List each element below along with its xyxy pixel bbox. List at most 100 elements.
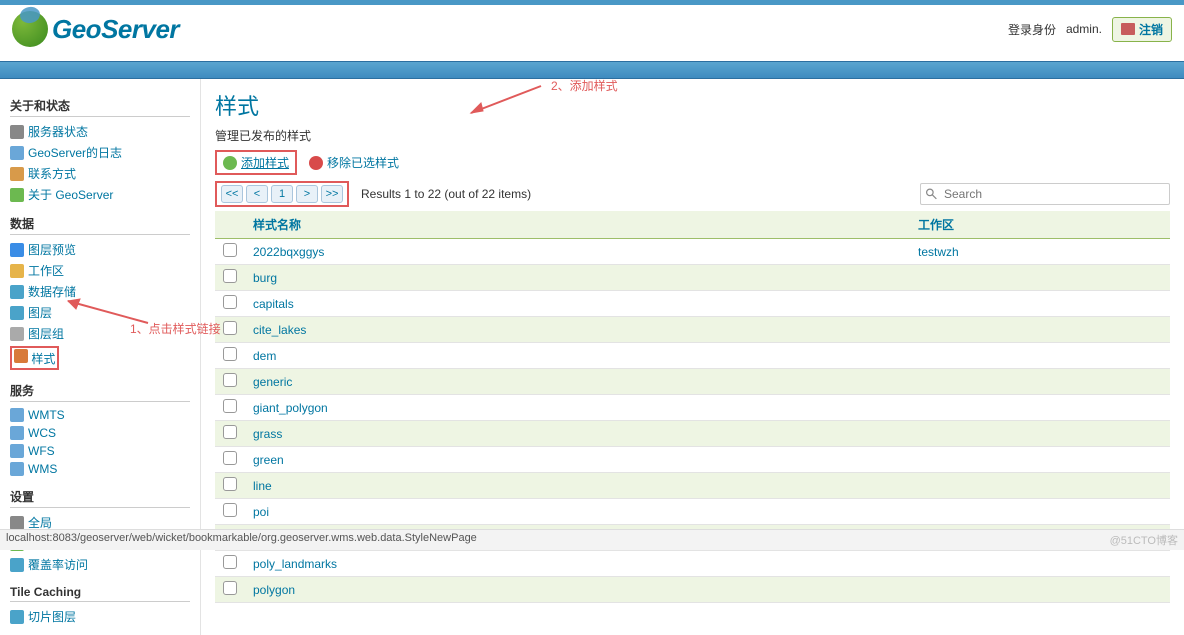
table-row: line — [215, 473, 1170, 499]
status-bar: localhost:8083/geoserver/web/wicket/book… — [0, 529, 1184, 550]
style-link[interactable]: giant_polygon — [253, 401, 328, 415]
row-checkbox[interactable] — [223, 243, 237, 257]
style-link[interactable]: green — [253, 453, 284, 467]
row-checkbox[interactable] — [223, 451, 237, 465]
sidebar-item[interactable]: 覆盖率访问 — [10, 554, 190, 575]
sidebar-item[interactable]: GeoServer的日志 — [10, 142, 190, 163]
sidebar-item-label[interactable]: 覆盖率访问 — [28, 556, 88, 573]
annotation-2: 2、添加样式 — [551, 77, 618, 94]
logo[interactable]: GeoServer — [12, 11, 179, 47]
row-checkbox[interactable] — [223, 399, 237, 413]
i-wms-icon — [10, 462, 24, 476]
i-tile-icon — [10, 610, 24, 624]
add-style-link[interactable]: 添加样式 — [241, 154, 289, 171]
i-preview-icon — [10, 243, 24, 257]
sidebar-item-label[interactable]: 关于 GeoServer — [28, 186, 113, 203]
logout-button[interactable]: 注销 — [1112, 17, 1172, 42]
add-icon — [223, 156, 237, 170]
logout-label: 注销 — [1139, 21, 1163, 38]
row-checkbox[interactable] — [223, 295, 237, 309]
pager-page[interactable]: 1 — [271, 185, 293, 203]
table-row: capitals — [215, 291, 1170, 317]
style-link[interactable]: burg — [253, 271, 277, 285]
style-link[interactable]: 2022bqxggys — [253, 245, 324, 259]
globe-icon — [12, 11, 48, 47]
row-checkbox[interactable] — [223, 425, 237, 439]
style-link[interactable]: poly_landmarks — [253, 557, 337, 571]
search-box[interactable] — [920, 183, 1170, 205]
sidebar-item[interactable]: 联系方式 — [10, 163, 190, 184]
pager-next[interactable]: > — [296, 185, 318, 203]
row-checkbox[interactable] — [223, 555, 237, 569]
col-ws[interactable]: 工作区 — [910, 211, 1170, 239]
pager-highlight: << < 1 > >> — [215, 181, 349, 207]
sidebar-item[interactable]: 图层预览 — [10, 239, 190, 260]
header: GeoServer 登录身份 admin. 注销 — [0, 0, 1184, 61]
sidebar-item[interactable]: WMTS — [10, 406, 190, 424]
row-checkbox[interactable] — [223, 503, 237, 517]
sidebar-item-label[interactable]: WFS — [28, 444, 55, 458]
sidebar-item-label[interactable]: 图层 — [28, 304, 52, 321]
row-checkbox[interactable] — [223, 321, 237, 335]
i-log-icon — [10, 146, 24, 160]
style-link[interactable]: dem — [253, 349, 276, 363]
user-area: 登录身份 admin. 注销 — [1008, 17, 1172, 42]
row-checkbox[interactable] — [223, 269, 237, 283]
style-link[interactable]: capitals — [253, 297, 294, 311]
content: 样式 2、添加样式 管理已发布的样式 添加样式 移除已选样式 << < 1 > — [200, 79, 1184, 635]
i-wmts-icon — [10, 408, 24, 422]
sidebar-item[interactable]: WMS — [10, 460, 190, 478]
sidebar-item-label[interactable]: 样式 — [31, 352, 55, 366]
sidebar-section-title: 设置 — [10, 488, 190, 508]
i-wcs-icon — [10, 426, 24, 440]
sidebar-item-label[interactable]: WCS — [28, 426, 56, 440]
workspace-link[interactable]: testwzh — [918, 245, 959, 259]
row-checkbox[interactable] — [223, 477, 237, 491]
sidebar-item-label[interactable]: 联系方式 — [28, 165, 76, 182]
i-ws-icon — [10, 264, 24, 278]
style-link[interactable]: grass — [253, 427, 282, 441]
delete-icon — [309, 156, 323, 170]
sidebar-item[interactable]: 服务器状态 — [10, 121, 190, 142]
sidebar-item-label[interactable]: WMTS — [28, 408, 65, 422]
annotation-1: 1、点击样式链接 — [130, 320, 221, 337]
sidebar-item[interactable]: 切片图层 — [10, 606, 190, 627]
style-link[interactable]: generic — [253, 375, 292, 389]
logout-icon — [1121, 23, 1135, 35]
table-row: poi — [215, 499, 1170, 525]
col-name[interactable]: 样式名称 — [245, 211, 910, 239]
style-link[interactable]: poi — [253, 505, 269, 519]
pager-prev[interactable]: < — [246, 185, 268, 203]
sidebar-item[interactable]: 工作区 — [10, 260, 190, 281]
sidebar-item-label[interactable]: WMS — [28, 462, 57, 476]
search-input[interactable] — [942, 185, 1165, 203]
sidebar-item-label[interactable]: 工作区 — [28, 262, 64, 279]
style-link[interactable]: line — [253, 479, 272, 493]
i-contact-icon — [10, 167, 24, 181]
i-layergrp-icon — [10, 327, 24, 341]
sidebar-item-label[interactable]: 图层预览 — [28, 241, 76, 258]
i-layer-icon — [10, 306, 24, 320]
row-checkbox[interactable] — [223, 347, 237, 361]
sidebar-item-label[interactable]: 服务器状态 — [28, 123, 88, 140]
style-link[interactable]: cite_lakes — [253, 323, 306, 337]
watermark: @51CTO博客 — [1110, 532, 1178, 548]
i-cover-icon — [10, 558, 24, 572]
table-row: 2022bqxggys testwzh — [215, 239, 1170, 265]
style-link[interactable]: polygon — [253, 583, 295, 597]
page-subtitle: 管理已发布的样式 — [215, 127, 1170, 144]
remove-style-link[interactable]: 移除已选样式 — [327, 154, 399, 171]
pager-first[interactable]: << — [221, 185, 243, 203]
brand-text: GeoServer — [52, 14, 179, 45]
sidebar-item[interactable]: 关于 GeoServer — [10, 184, 190, 205]
i-global-icon — [10, 516, 24, 530]
row-checkbox[interactable] — [223, 581, 237, 595]
sidebar-section-title: 数据 — [10, 215, 190, 235]
sidebar-item-label[interactable]: 切片图层 — [28, 608, 76, 625]
sidebar-item[interactable]: 样式 — [10, 344, 190, 372]
sidebar-item-label[interactable]: GeoServer的日志 — [28, 144, 122, 161]
sidebar-item[interactable]: WFS — [10, 442, 190, 460]
sidebar-item[interactable]: WCS — [10, 424, 190, 442]
row-checkbox[interactable] — [223, 373, 237, 387]
pager-last[interactable]: >> — [321, 185, 343, 203]
